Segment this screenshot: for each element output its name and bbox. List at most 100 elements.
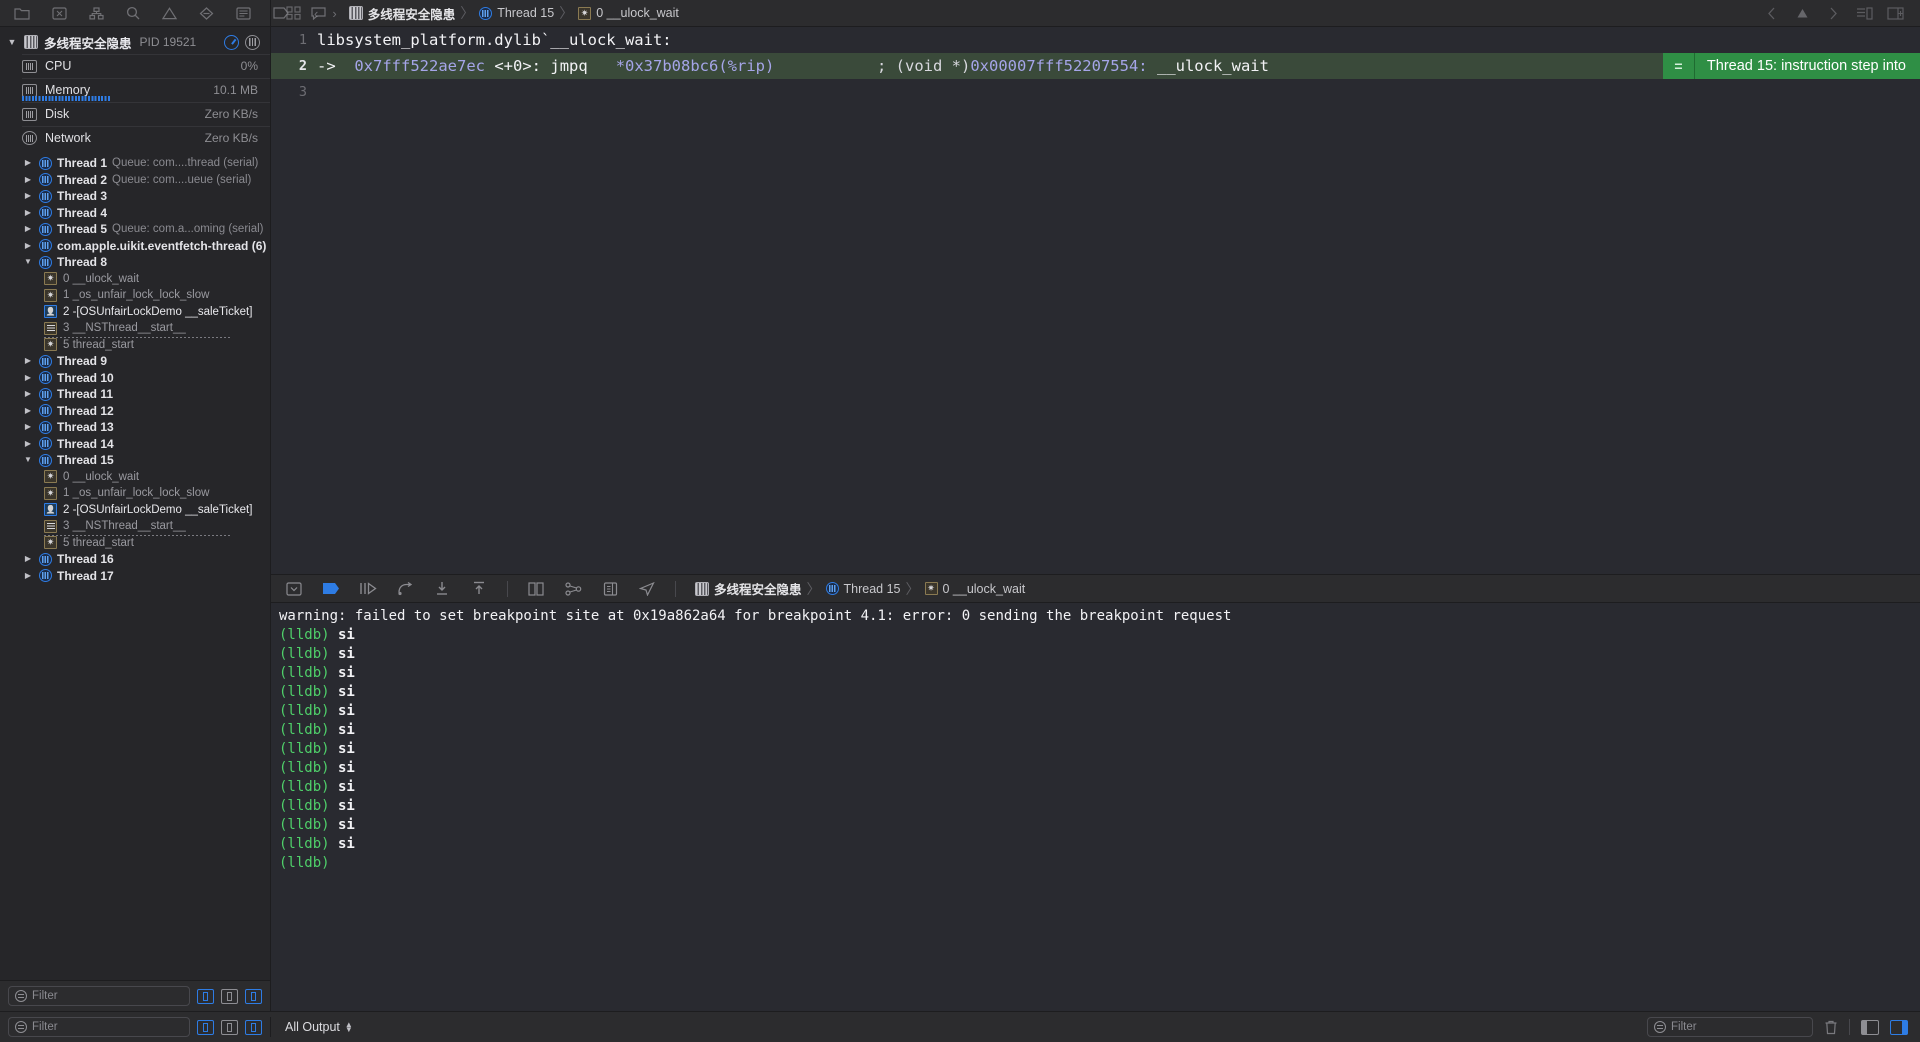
thread-disclosure-collapsed[interactable]: ▶ (22, 439, 34, 448)
resource-row-cpu[interactable]: CPU 0% (0, 54, 270, 78)
memory-graph-icon[interactable] (564, 581, 582, 597)
thread-disclosure-collapsed[interactable]: ▶ (22, 390, 34, 398)
stack-frame-row[interactable]: 1 _os_unfair_lock_lock_slow (0, 485, 270, 502)
show-only-crashed-icon[interactable] (197, 1019, 214, 1035)
right-panel-icon[interactable] (1887, 6, 1904, 21)
thread-row[interactable]: ▼ Thread 15 (0, 452, 270, 469)
related-items-icon[interactable] (285, 6, 302, 21)
thread-row[interactable]: ▶ Thread 5 Queue: com.a...oming (serial) (0, 221, 270, 238)
editor-forward-button[interactable]: › (330, 6, 338, 21)
thread-disclosure-collapsed[interactable]: ▶ (22, 225, 34, 233)
console-output[interactable]: warning: failed to set breakpoint site a… (271, 603, 1920, 1011)
resource-row-disk[interactable]: Disk Zero KB/s (0, 102, 270, 126)
step-out-icon[interactable] (470, 581, 488, 597)
thread-row[interactable]: ▶ Thread 14 (0, 436, 270, 453)
chevron-right-icon[interactable] (1825, 6, 1842, 21)
issue-icon[interactable] (52, 6, 67, 21)
thread-disclosure-collapsed[interactable]: ▶ (22, 406, 34, 415)
view-debugging-icon[interactable] (527, 581, 545, 597)
thread-row[interactable]: ▶ com.apple.uikit.eventfetch-thread (6) (0, 238, 270, 255)
show-variables-and-console-icon[interactable] (1890, 1019, 1908, 1035)
thread-disclosure-collapsed[interactable]: ▶ (22, 357, 34, 365)
show-frames-icon[interactable] (245, 988, 262, 1004)
resource-row-network[interactable]: Network Zero KB/s (0, 126, 270, 150)
thread-row[interactable]: ▶ Thread 2 Queue: com....ueue (serial) (0, 172, 270, 189)
debug-breadcrumb-frame[interactable]: 0 __ulock_wait (924, 582, 1025, 596)
debug-navigator-list[interactable]: ▼ 多线程安全隐患 PID 19521 CPU 0% Memory 10.1 M… (0, 27, 270, 980)
environment-overrides-icon[interactable] (601, 581, 619, 597)
resource-row-memory[interactable]: Memory 10.1 MB (0, 78, 270, 102)
triangle-icon[interactable] (1794, 6, 1811, 21)
breadcrumb-frame[interactable]: 0 __ulock_wait (578, 6, 679, 20)
stack-frame-row[interactable]: 2 -[OSUnfairLockDemo __saleTicket] (0, 304, 270, 321)
hierarchy-icon[interactable] (89, 6, 104, 21)
warning-icon[interactable] (162, 6, 177, 21)
thread-disclosure-collapsed[interactable]: ▶ (22, 423, 34, 431)
console-scope-selector[interactable]: All Output ▲ ▼ (271, 1020, 1647, 1034)
stack-frame-row[interactable]: 0 __ulock_wait (0, 469, 270, 486)
chevron-left-icon[interactable] (1763, 6, 1780, 21)
thread-row[interactable]: ▶ Thread 3 (0, 188, 270, 205)
thread-row[interactable]: ▶ Thread 16 (0, 551, 270, 568)
thread-row[interactable]: ▶ Thread 1 Queue: com....thread (serial) (0, 155, 270, 172)
thread-disclosure-collapsed[interactable]: ▶ (22, 571, 34, 580)
report-icon[interactable] (236, 6, 251, 21)
output-scope[interactable]: All Output ▲ ▼ (285, 1020, 353, 1034)
stack-frame-row[interactable]: 2 -[OSUnfairLockDemo __saleTicket] (0, 502, 270, 519)
folder-icon[interactable] (14, 6, 30, 21)
stack-frame-row[interactable]: 5 thread_start (0, 535, 270, 552)
thread-disclosure-collapsed[interactable]: ▶ (22, 192, 34, 200)
thread-row[interactable]: ▶ Thread 9 (0, 353, 270, 370)
stack-frame-row[interactable]: 1 _os_unfair_lock_lock_slow (0, 287, 270, 304)
stack-frame-row[interactable]: 3 __NSThread__start__ (0, 320, 270, 338)
code-line[interactable]: 3 (271, 79, 1920, 105)
thread-disclosure-expanded[interactable]: ▼ (22, 456, 34, 464)
status-badge[interactable]: = Thread 15: instruction step into (1662, 53, 1920, 79)
breadcrumb-project[interactable]: 多线程安全隐患 (348, 4, 455, 23)
show-queues-icon[interactable] (221, 1019, 238, 1035)
thread-disclosure-collapsed[interactable]: ▶ (22, 241, 34, 250)
code-line[interactable]: 1 libsystem_platform.dylib`__ulock_wait: (271, 27, 1920, 53)
stack-frame-row[interactable]: 5 thread_start (0, 337, 270, 354)
trash-icon[interactable] (1824, 1020, 1838, 1035)
breakpoints-toggle-icon[interactable] (322, 581, 340, 597)
thread-row[interactable]: ▶ Thread 13 (0, 419, 270, 436)
show-queues-icon[interactable] (221, 988, 238, 1004)
debug-breadcrumb-project[interactable]: 多线程安全隐患 (695, 579, 802, 598)
breadcrumb-thread[interactable]: Thread 15 (479, 6, 554, 20)
stack-frame-row[interactable]: 0 __ulock_wait (0, 271, 270, 288)
thread-disclosure-collapsed[interactable]: ▶ (22, 208, 34, 217)
show-frames-icon[interactable] (245, 1019, 262, 1035)
navigator-filter-input[interactable]: Filter (8, 986, 190, 1006)
thread-disclosure-expanded[interactable]: ▼ (22, 258, 34, 266)
console-filter-input[interactable]: Filter (1647, 1017, 1813, 1037)
comment-icon[interactable] (311, 6, 326, 21)
threads-toggle-icon[interactable] (245, 34, 260, 50)
thread-disclosure-collapsed[interactable]: ▶ (22, 373, 34, 382)
thread-disclosure-collapsed[interactable]: ▶ (22, 555, 34, 563)
step-into-icon[interactable] (433, 581, 451, 597)
debug-breadcrumb-thread[interactable]: Thread 15 (825, 582, 901, 596)
gauges-toggle-icon[interactable] (224, 34, 239, 50)
process-row[interactable]: ▼ 多线程安全隐患 PID 19521 (0, 30, 270, 54)
step-over-icon[interactable] (396, 581, 414, 597)
simulate-location-icon[interactable] (638, 581, 656, 597)
continue-icon[interactable] (359, 581, 377, 597)
thread-disclosure-collapsed[interactable]: ▶ (22, 159, 34, 167)
thread-row[interactable]: ▼ Thread 8 (0, 254, 270, 271)
code-line-current[interactable]: 2 -> 0x7fff522ae7ec <+0>: jmpq *0x37b08b… (271, 53, 1920, 79)
search-icon[interactable] (126, 6, 140, 21)
show-console-only-icon[interactable] (1861, 1019, 1879, 1035)
hide-debug-area-icon[interactable] (285, 581, 303, 597)
thread-disclosure-collapsed[interactable]: ▶ (22, 175, 34, 184)
assembly-editor[interactable]: 1 libsystem_platform.dylib`__ulock_wait:… (271, 27, 1920, 574)
stack-frame-row[interactable]: 3 __NSThread__start__ (0, 518, 270, 536)
thread-row[interactable]: ▶ Thread 11 (0, 386, 270, 403)
navigator-filter-input-bottom[interactable]: Filter (8, 1017, 190, 1037)
breakpoint-icon[interactable] (199, 6, 214, 21)
thread-row[interactable]: ▶ Thread 4 (0, 205, 270, 222)
thread-row[interactable]: ▶ Thread 17 (0, 568, 270, 585)
show-only-crashed-icon[interactable] (197, 988, 214, 1004)
thread-row[interactable]: ▶ Thread 12 (0, 403, 270, 420)
process-disclosure-triangle[interactable]: ▼ (6, 37, 18, 47)
